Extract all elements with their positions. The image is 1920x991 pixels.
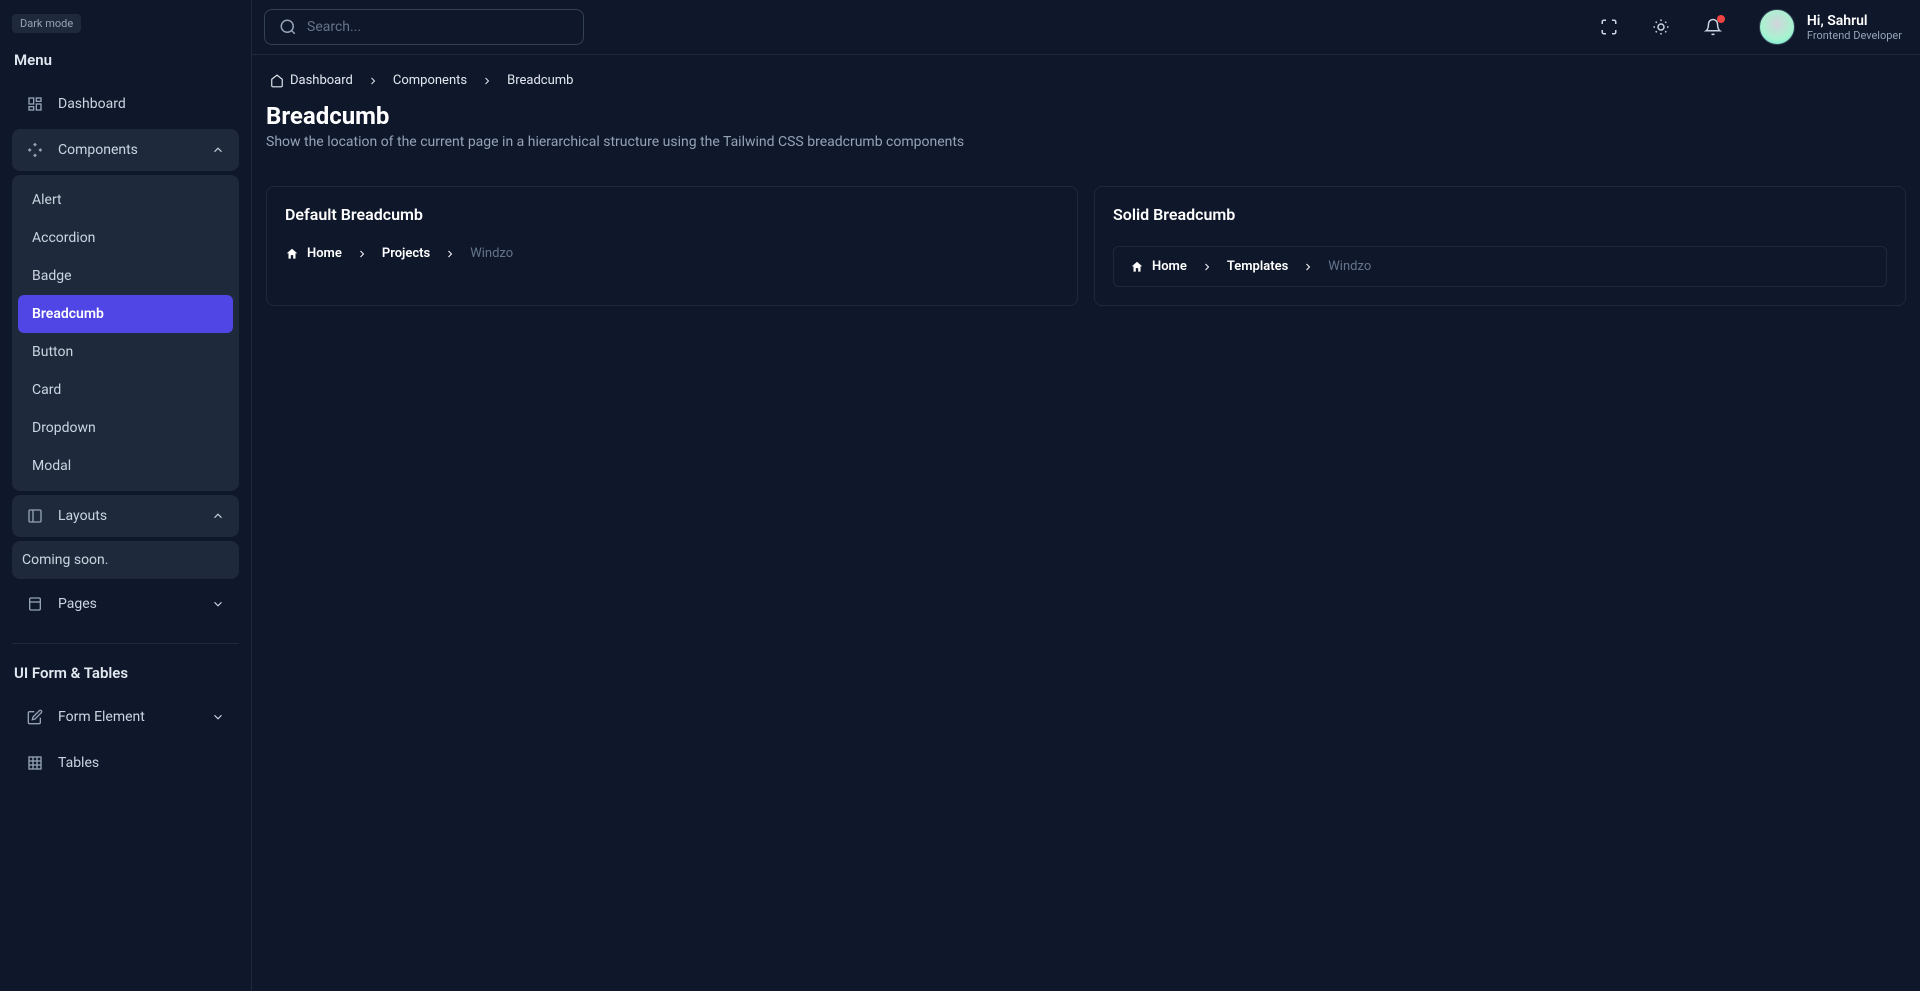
- theme-toggle-button[interactable]: [1643, 9, 1679, 45]
- layouts-coming-soon: Coming soon.: [12, 541, 239, 579]
- user-menu[interactable]: Hi, Sahrul Frontend Developer: [1759, 9, 1902, 45]
- home-icon: [270, 74, 284, 88]
- card-default-breadcumb: Default Breadcumb Home Projects: [266, 186, 1078, 306]
- notification-dot: [1717, 15, 1725, 23]
- sidebar-item-label: Pages: [58, 596, 97, 612]
- fullscreen-icon: [1600, 18, 1618, 36]
- form-icon: [26, 708, 44, 726]
- breadcrumb-home[interactable]: Home: [1130, 259, 1187, 274]
- chevron-right-icon: [367, 75, 379, 87]
- chevron-down-icon: [211, 710, 225, 724]
- sidebar-subitem-alert[interactable]: Alert: [18, 181, 233, 219]
- chevron-right-icon: [356, 248, 368, 260]
- sidebar-section-menu: Menu: [12, 51, 239, 69]
- cards-row: Default Breadcumb Home Projects: [266, 186, 1906, 306]
- card-title: Solid Breadcumb: [1113, 205, 1887, 224]
- breadcrumb-demo-default: Home Projects Windzo: [285, 246, 1059, 261]
- page-description: Show the location of the current page in…: [266, 134, 1906, 150]
- sidebar-item-pages[interactable]: Pages: [12, 583, 239, 625]
- chevron-right-icon: [1201, 261, 1213, 273]
- main: Hi, Sahrul Frontend Developer Dashboard …: [252, 0, 1920, 991]
- sidebar-item-layouts[interactable]: Layouts: [12, 495, 239, 537]
- chevron-right-icon: [1302, 261, 1314, 273]
- components-icon: [26, 141, 44, 159]
- sidebar-subitem-card[interactable]: Card: [18, 371, 233, 409]
- breadcrumb-components[interactable]: Components: [393, 73, 467, 88]
- content: Dashboard Components Breadcumb Breadcumb…: [252, 55, 1920, 324]
- breadcrumb-projects[interactable]: Projects: [382, 246, 430, 261]
- home-icon: [285, 247, 299, 261]
- breadcrumb-current: Windzo: [1328, 259, 1371, 274]
- sidebar-item-label: Dashboard: [58, 96, 126, 112]
- page-title: Breadcumb: [266, 102, 1906, 130]
- sidebar-item-dashboard[interactable]: Dashboard: [12, 83, 239, 125]
- dashboard-icon: [26, 95, 44, 113]
- search-icon: [279, 18, 297, 36]
- fullscreen-button[interactable]: [1591, 9, 1627, 45]
- pages-icon: [26, 595, 44, 613]
- search-input[interactable]: [307, 19, 569, 35]
- sidebar-subitem-modal[interactable]: Modal: [18, 447, 233, 485]
- chevron-right-icon: [481, 75, 493, 87]
- sidebar-subitem-dropdown[interactable]: Dropdown: [18, 409, 233, 447]
- avatar: [1759, 9, 1795, 45]
- card-solid-breadcumb: Solid Breadcumb Home Templates: [1094, 186, 1906, 306]
- sidebar-item-tables[interactable]: Tables: [12, 742, 239, 784]
- search-input-container[interactable]: [264, 9, 584, 45]
- sidebar-section-ui: UI Form & Tables: [12, 664, 239, 682]
- breadcrumb-label: Home: [1152, 259, 1187, 274]
- home-icon: [1130, 260, 1144, 274]
- breadcrumb-current: Breadcumb: [507, 73, 573, 88]
- user-role: Frontend Developer: [1807, 29, 1902, 42]
- sidebar: Dark mode Menu Dashboard Components Aler…: [0, 0, 252, 991]
- sidebar-item-components[interactable]: Components: [12, 129, 239, 171]
- sidebar-subitem-badge[interactable]: Badge: [18, 257, 233, 295]
- breadcrumb-home[interactable]: Home: [285, 246, 342, 261]
- breadcrumb-current: Windzo: [470, 246, 513, 261]
- layouts-icon: [26, 507, 44, 525]
- breadcrumb-label: Home: [307, 246, 342, 261]
- sidebar-subitem-breadcumb[interactable]: Breadcumb: [18, 295, 233, 333]
- table-icon: [26, 754, 44, 772]
- topbar: Hi, Sahrul Frontend Developer: [252, 0, 1920, 55]
- theme-mode-badge: Dark mode: [12, 14, 81, 33]
- sun-icon: [1652, 18, 1670, 36]
- sidebar-subitem-button[interactable]: Button: [18, 333, 233, 371]
- notifications-button[interactable]: [1695, 9, 1731, 45]
- sidebar-item-label: Form Element: [58, 709, 145, 725]
- components-submenu: Alert Accordion Badge Breadcumb Button C…: [12, 175, 239, 491]
- sidebar-divider: [12, 643, 239, 644]
- breadcrumb-templates[interactable]: Templates: [1227, 259, 1288, 274]
- sidebar-subitem-accordion[interactable]: Accordion: [18, 219, 233, 257]
- chevron-up-icon: [211, 143, 225, 157]
- chevron-down-icon: [211, 597, 225, 611]
- page-heading: Breadcumb Show the location of the curre…: [266, 102, 1906, 150]
- sidebar-item-label: Tables: [58, 755, 99, 771]
- user-greeting: Hi, Sahrul: [1807, 13, 1902, 29]
- chevron-up-icon: [211, 509, 225, 523]
- sidebar-item-label: Layouts: [58, 508, 107, 524]
- sidebar-item-label: Components: [58, 142, 138, 158]
- chevron-right-icon: [444, 248, 456, 260]
- breadcrumb: Dashboard Components Breadcumb: [266, 73, 1906, 88]
- sidebar-item-form-element[interactable]: Form Element: [12, 696, 239, 738]
- breadcrumb-dashboard[interactable]: Dashboard: [270, 73, 353, 88]
- card-title: Default Breadcumb: [285, 205, 1059, 224]
- breadcrumb-label: Dashboard: [290, 73, 353, 88]
- breadcrumb-demo-solid: Home Templates Windzo: [1113, 246, 1887, 287]
